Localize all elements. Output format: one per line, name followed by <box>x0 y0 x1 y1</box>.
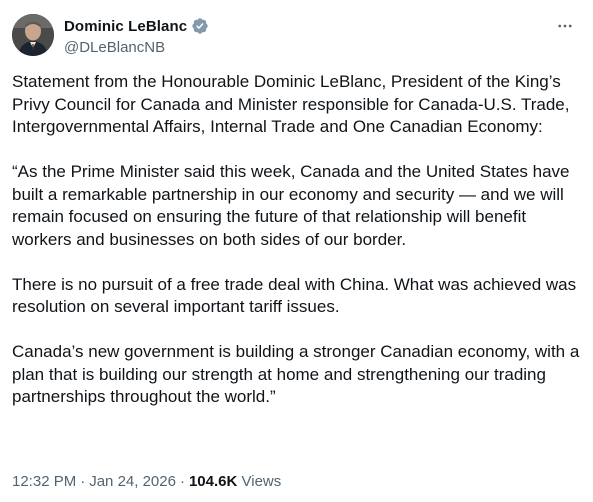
tweet-paragraph: Canada’s new government is building a st… <box>12 342 580 406</box>
tweet-text: Statement from the Honourable Dominic Le… <box>12 71 584 409</box>
author-display-name[interactable]: Dominic LeBlanc <box>64 18 187 35</box>
tweet-paragraph: There is no pursuit of a free trade deal… <box>12 274 577 317</box>
verified-badge-icon <box>191 17 209 35</box>
tweet-meta: 12:32 PM · Jan 24, 2026 · 104.6K Views <box>12 472 281 492</box>
tweet-paragraph: Statement from the Honourable Dominic Le… <box>12 72 570 136</box>
tweet-time[interactable]: 12:32 PM <box>12 473 76 490</box>
views-count[interactable]: 104.6K <box>189 473 237 490</box>
tweet-header: Dominic LeBlanc @DLeBlancNB <box>12 14 581 58</box>
meta-separator: · <box>179 473 185 490</box>
views-label: Views <box>241 473 282 490</box>
tweet-paragraph: “As the Prime Minister said this week, C… <box>12 162 570 249</box>
tweet-date[interactable]: Jan 24, 2026 <box>89 473 176 490</box>
more-horizontal-icon[interactable] <box>553 16 577 36</box>
author-info: Dominic LeBlanc @DLeBlancNB <box>64 16 209 58</box>
tweet-card: Dominic LeBlanc @DLeBlancNB Statement fr… <box>0 0 593 502</box>
author-handle[interactable]: @DLeBlancNB <box>64 38 209 58</box>
avatar[interactable] <box>12 14 54 56</box>
meta-separator: · <box>80 473 86 490</box>
